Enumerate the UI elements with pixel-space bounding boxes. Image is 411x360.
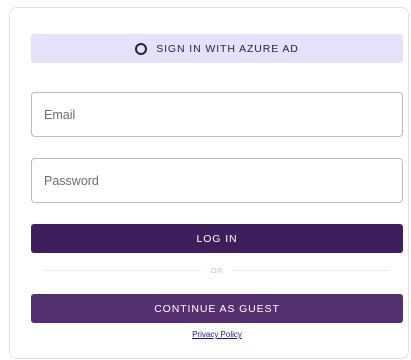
email-field[interactable] bbox=[31, 92, 403, 137]
sign-in-azure-button[interactable]: SIGN IN WITH AZURE AD bbox=[31, 34, 403, 63]
or-label: OR bbox=[210, 265, 224, 275]
circle-icon bbox=[135, 42, 148, 55]
continue-as-guest-button[interactable]: CONTINUE AS GUEST bbox=[31, 294, 403, 323]
or-divider: OR bbox=[44, 263, 390, 277]
sign-in-azure-label: SIGN IN WITH AZURE AD bbox=[156, 42, 299, 55]
log-in-button[interactable]: LOG IN bbox=[31, 224, 403, 253]
divider-line-left bbox=[44, 269, 201, 271]
privacy-policy-link[interactable]: Privacy Policy bbox=[31, 330, 403, 339]
password-field[interactable] bbox=[31, 158, 403, 203]
divider-line-right bbox=[233, 269, 390, 271]
